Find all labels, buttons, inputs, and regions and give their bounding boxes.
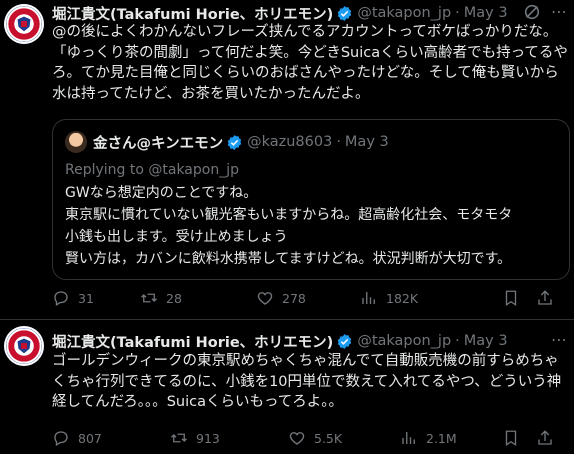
quote-timestamp: May 3	[344, 134, 389, 150]
repost-icon	[141, 293, 157, 303]
repost-count: 28	[166, 290, 182, 306]
like-icon	[257, 292, 273, 305]
handle[interactable]: @takapon_jp	[357, 5, 451, 21]
quote-header: 金さん@キンエモン @kazu8603 · May 3	[93, 131, 389, 153]
views-button[interactable]: 182K	[360, 287, 418, 309]
views-button[interactable]: 2.1M	[400, 427, 457, 449]
bookmark-icon[interactable]	[502, 289, 520, 307]
tweet-text: @の後によくわかんないフレーズ挟んでるアカウントってボケばっかりだな。「ゆっくり…	[52, 24, 568, 102]
share-icon[interactable]	[536, 429, 554, 447]
like-icon	[289, 432, 305, 445]
tweet-header: 堀江貴文(Takafumi Horie、ホリエモン) @takapon_jp ·…	[52, 3, 508, 23]
repost-icon	[171, 433, 187, 443]
repost-button[interactable]: 913	[170, 427, 220, 449]
reply-icon	[54, 291, 68, 306]
more-icon[interactable]: ⋯	[549, 330, 569, 350]
timestamp[interactable]: May 3	[464, 5, 508, 21]
verified-icon	[338, 5, 352, 21]
verified-icon	[227, 134, 242, 150]
emblem-icon	[16, 337, 32, 355]
action-bar: 31 28 278 182K	[52, 287, 570, 309]
reply-icon	[54, 431, 68, 446]
handle[interactable]: @takapon_jp	[357, 333, 451, 349]
separator-dot: ·	[455, 5, 460, 21]
separator-dot: ·	[336, 134, 341, 150]
avatar[interactable]	[4, 4, 44, 44]
like-button[interactable]: 278	[256, 287, 306, 309]
like-count: 5.5K	[314, 430, 343, 446]
repost-button[interactable]: 28	[140, 287, 182, 309]
like-count: 278	[282, 290, 306, 306]
replying-to: Replying to @takapon_jp	[65, 162, 239, 178]
verified-icon	[338, 333, 352, 349]
bookmark-icon[interactable]	[502, 429, 520, 447]
repost-count: 913	[196, 430, 220, 446]
display-name[interactable]: 堀江貴文(Takafumi Horie、ホリエモン)	[52, 331, 333, 352]
views-icon	[402, 432, 415, 444]
view-count: 2.1M	[426, 430, 457, 446]
tweet-2[interactable]: 堀江貴文(Takafumi Horie、ホリエモン) @takapon_jp ·…	[0, 320, 574, 454]
tweet-header: 堀江貴文(Takafumi Horie、ホリエモン) @takapon_jp ·…	[52, 331, 508, 351]
emblem-icon	[16, 15, 32, 33]
display-name[interactable]: 堀江貴文(Takafumi Horie、ホリエモン)	[52, 3, 333, 24]
view-count: 182K	[386, 290, 419, 306]
views-icon	[362, 292, 375, 304]
quote-text: GWなら想定内のことですね。 東京駅に慣れていない観光客もいますからね。超高齢化…	[65, 185, 513, 267]
share-icon[interactable]	[536, 289, 554, 307]
reply-button[interactable]: 31	[52, 287, 94, 309]
quoted-tweet[interactable]: 金さん@キンエモン @kazu8603 · May 3 Replying to …	[52, 119, 570, 280]
quote-display-name: 金さん@キンエモン	[93, 135, 224, 152]
reply-button[interactable]: 807	[52, 427, 102, 449]
reply-count: 31	[78, 290, 94, 306]
tweet-text: ゴールデンウィークの東京駅めちゃくちゃ混んでて自動販売機の前すらめちゃくちゃ行列…	[52, 353, 562, 410]
quote-avatar	[65, 131, 87, 153]
reply-count: 807	[78, 430, 102, 446]
avatar[interactable]	[4, 326, 44, 366]
action-bar: 807 913 5.5K 2.1M	[52, 427, 570, 449]
more-icon[interactable]: ⋯	[549, 2, 569, 22]
like-button[interactable]: 5.5K	[288, 427, 342, 449]
tweet-1[interactable]: 堀江貴文(Takafumi Horie、ホリエモン) @takapon_jp ·…	[0, 0, 574, 319]
grok-icon[interactable]	[523, 3, 541, 21]
quote-handle: @kazu8603	[247, 134, 333, 150]
timestamp[interactable]: May 3	[464, 333, 508, 349]
separator-dot: ·	[455, 333, 460, 349]
